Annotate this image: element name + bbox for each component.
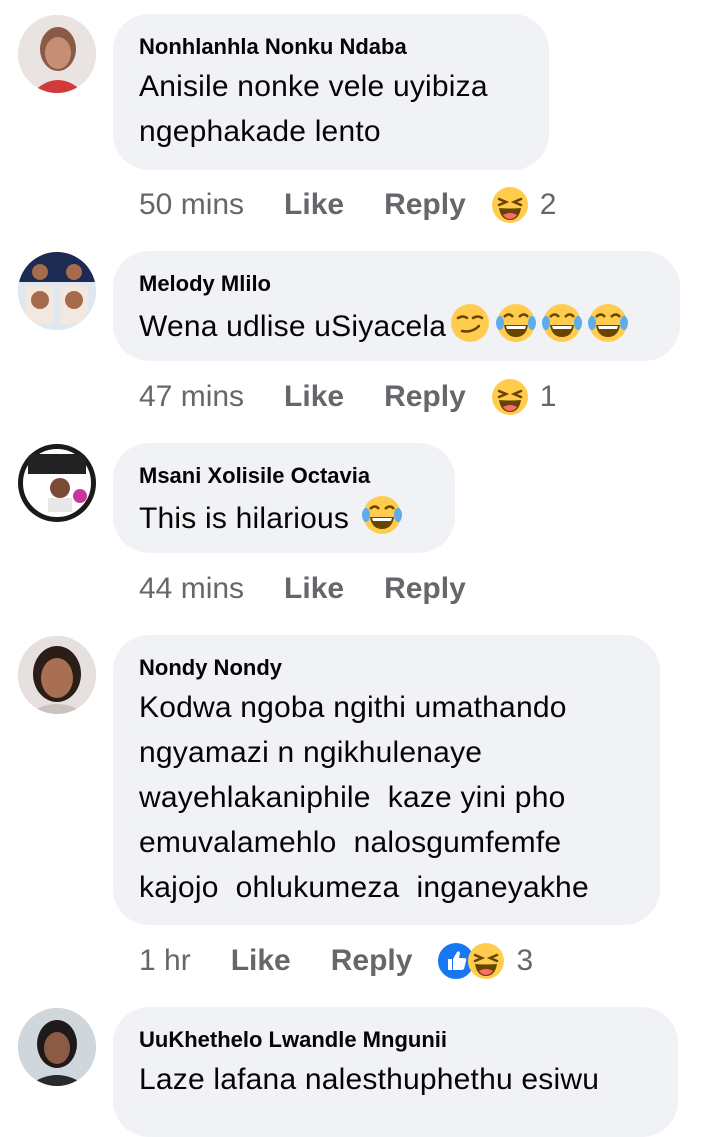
tears-of-joy-icon bbox=[360, 493, 404, 537]
avatar[interactable] bbox=[18, 252, 96, 330]
like-button[interactable]: Like bbox=[284, 572, 344, 606]
reaction-count: 2 bbox=[539, 188, 557, 221]
avatar[interactable] bbox=[18, 636, 96, 714]
reaction-summary[interactable]: 3 bbox=[436, 941, 533, 981]
comment-author[interactable]: Nonhlanhla Nonku Ndaba bbox=[139, 34, 523, 60]
comment-timestamp[interactable]: 44 mins bbox=[139, 572, 244, 606]
laughing-squint-icon bbox=[490, 377, 530, 417]
tears-of-joy-icon bbox=[586, 301, 630, 345]
comment-bubble: Nonhlanhla Nonku Ndaba Anisile nonke vel… bbox=[113, 14, 549, 170]
like-button[interactable]: Like bbox=[284, 188, 344, 222]
comment-author[interactable]: Msani Xolisile Octavia bbox=[139, 463, 429, 489]
reaction-count: 3 bbox=[516, 944, 534, 977]
comment-text: Laze lafana nalesthuphethu esiwu bbox=[139, 1063, 600, 1096]
like-button[interactable]: Like bbox=[231, 944, 291, 978]
comment-author[interactable]: Melody Mlilo bbox=[139, 271, 654, 297]
comment-author[interactable]: UuKhethelo Lwandle Mngunii bbox=[139, 1027, 652, 1053]
comment-timestamp[interactable]: 47 mins bbox=[139, 380, 244, 414]
reply-button[interactable]: Reply bbox=[331, 944, 413, 978]
reply-button[interactable]: Reply bbox=[384, 188, 466, 222]
avatar[interactable] bbox=[18, 444, 96, 522]
comment-text: This is hilarious bbox=[139, 493, 429, 541]
comment-text-content: This is hilarious bbox=[139, 502, 358, 535]
comment-text: Wena udlise uSiyacela bbox=[139, 301, 654, 349]
comment-timestamp[interactable]: 1 hr bbox=[139, 944, 191, 978]
tears-of-joy-icon bbox=[540, 301, 584, 345]
comment-author[interactable]: Nondy Nondy bbox=[139, 655, 634, 681]
comment-actions: 50 mins Like Reply 2 bbox=[139, 185, 556, 225]
comment-bubble: Melody Mlilo Wena udlise uSiyacela bbox=[113, 251, 680, 361]
avatar[interactable] bbox=[18, 1008, 96, 1086]
comment-bubble: UuKhethelo Lwandle Mngunii Laze lafana n… bbox=[113, 1007, 678, 1137]
comment-bubble: Msani Xolisile Octavia This is hilarious bbox=[113, 443, 455, 553]
reaction-count: 1 bbox=[539, 380, 557, 413]
reply-button[interactable]: Reply bbox=[384, 572, 466, 606]
comment-text: Kodwa ngoba ngithi umathando ngyamazi n … bbox=[139, 691, 589, 904]
laughing-squint-icon bbox=[490, 185, 530, 225]
laughing-squint-icon bbox=[466, 941, 506, 981]
smirk-icon bbox=[448, 301, 492, 345]
comment-timestamp[interactable]: 50 mins bbox=[139, 188, 244, 222]
reply-button[interactable]: Reply bbox=[384, 380, 466, 414]
like-button[interactable]: Like bbox=[284, 380, 344, 414]
avatar[interactable] bbox=[18, 15, 96, 93]
comment-actions: 1 hr Like Reply 3 bbox=[139, 941, 533, 981]
comment-text: Anisile nonke vele uyibiza ngephakade le… bbox=[139, 70, 488, 148]
tears-of-joy-icon bbox=[494, 301, 538, 345]
comment-text-content: Wena udlise uSiyacela bbox=[139, 310, 447, 343]
comment-bubble: Nondy Nondy Kodwa ngoba ngithi umathando… bbox=[113, 635, 660, 925]
comment-actions: 44 mins Like Reply bbox=[139, 569, 506, 609]
comment-actions: 47 mins Like Reply 1 bbox=[139, 377, 556, 417]
reaction-summary[interactable]: 1 bbox=[490, 377, 557, 417]
reaction-summary[interactable]: 2 bbox=[490, 185, 557, 225]
